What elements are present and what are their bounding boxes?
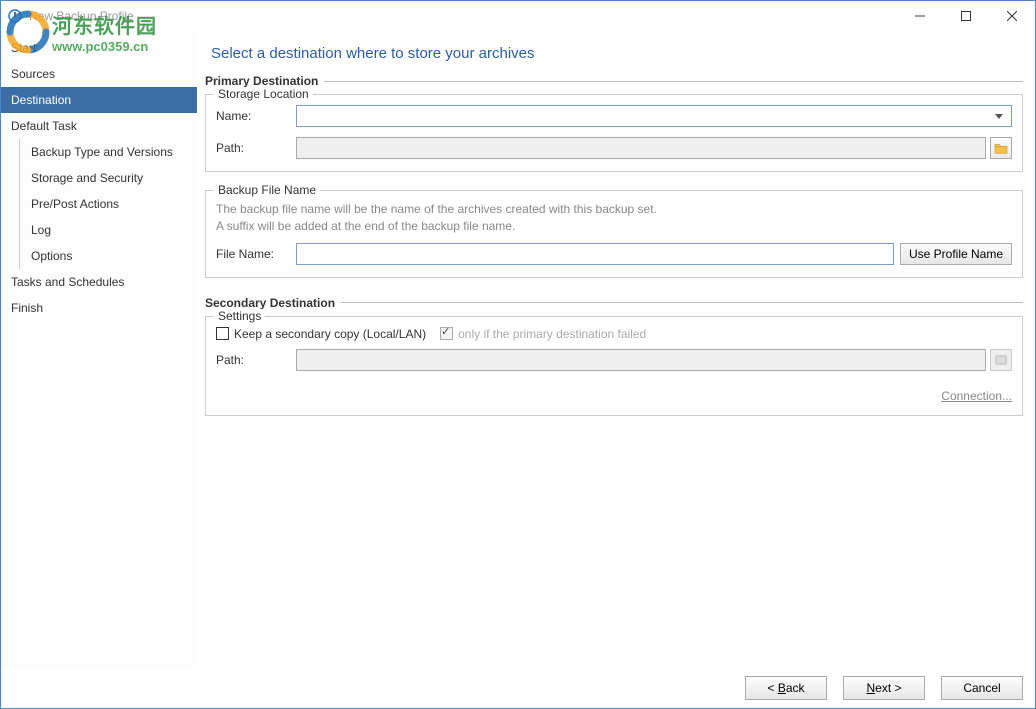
use-profile-name-button[interactable]: Use Profile Name xyxy=(900,243,1012,265)
back-button[interactable]: < Back xyxy=(745,676,827,700)
browse-folder-button[interactable] xyxy=(990,137,1012,159)
minimize-button[interactable] xyxy=(897,1,943,31)
body: StartSourcesDestinationDefault TaskBacku… xyxy=(1,31,1035,668)
secondary-path-label: Path: xyxy=(216,353,296,367)
next-button[interactable]: Next > xyxy=(843,676,925,700)
cancel-button[interactable]: Cancel xyxy=(941,676,1023,700)
keep-secondary-label: Keep a secondary copy (Local/LAN) xyxy=(234,327,426,341)
primary-section-label: Primary Destination xyxy=(205,74,324,88)
backup-filename-fieldset: Backup File Name The backup file name wi… xyxy=(205,190,1023,278)
storage-location-fieldset: Storage Location Name: Path: xyxy=(205,94,1023,172)
only-if-failed-label: only if the primary destination failed xyxy=(458,327,646,341)
secondary-settings-fieldset: Settings Keep a secondary copy (Local/LA… xyxy=(205,316,1023,416)
folder-icon xyxy=(994,142,1008,154)
sidebar-item-backup-type[interactable]: Backup Type and Versions xyxy=(1,139,197,165)
connection-link[interactable]: Connection... xyxy=(941,389,1012,403)
close-button[interactable] xyxy=(989,1,1035,31)
folder-icon xyxy=(995,354,1007,366)
footer: < Back Next > Cancel xyxy=(1,668,1035,708)
settings-legend: Settings xyxy=(214,309,265,323)
sidebar-item-sources[interactable]: Sources xyxy=(1,61,197,87)
secondary-browse-button xyxy=(990,349,1012,371)
filename-label: File Name: xyxy=(216,247,296,261)
sidebar-item-default-task[interactable]: Default Task xyxy=(1,113,197,139)
help-line-2: A suffix will be added at the end of the… xyxy=(216,218,1012,235)
backup-filename-legend: Backup File Name xyxy=(214,183,320,197)
divider xyxy=(341,302,1023,303)
storage-location-legend: Storage Location xyxy=(214,87,313,101)
only-if-failed-checkbox xyxy=(440,327,453,340)
main-window: New Backup Profile StartSourcesDestinati… xyxy=(0,0,1036,709)
help-text: The backup file name will be the name of… xyxy=(216,201,1012,235)
page-heading: Select a destination where to store your… xyxy=(205,45,1023,62)
sidebar: StartSourcesDestinationDefault TaskBacku… xyxy=(1,31,197,668)
window-controls xyxy=(897,1,1035,31)
name-combobox[interactable] xyxy=(296,105,1012,127)
secondary-path-input xyxy=(296,349,986,371)
titlebar: New Backup Profile xyxy=(1,1,1035,31)
keep-secondary-checkbox[interactable] xyxy=(216,327,229,340)
app-icon xyxy=(7,8,23,24)
maximize-button[interactable] xyxy=(943,1,989,31)
window-title: New Backup Profile xyxy=(29,9,897,23)
secondary-section-header: Secondary Destination xyxy=(205,296,1023,310)
divider xyxy=(324,81,1023,82)
sidebar-item-options[interactable]: Options xyxy=(1,243,197,269)
sidebar-item-log[interactable]: Log xyxy=(1,217,197,243)
help-line-1: The backup file name will be the name of… xyxy=(216,201,1012,218)
sidebar-item-start[interactable]: Start xyxy=(1,35,197,61)
name-label: Name: xyxy=(216,109,296,123)
secondary-section-label: Secondary Destination xyxy=(205,296,341,310)
path-label: Path: xyxy=(216,141,296,155)
sidebar-item-storage-security[interactable]: Storage and Security xyxy=(1,165,197,191)
sidebar-item-destination[interactable]: Destination xyxy=(1,87,197,113)
sidebar-item-tasks-schedules[interactable]: Tasks and Schedules xyxy=(1,269,197,295)
sidebar-item-finish[interactable]: Finish xyxy=(1,295,197,321)
content: Select a destination where to store your… xyxy=(197,31,1035,668)
path-input xyxy=(296,137,986,159)
filename-input[interactable] xyxy=(296,243,894,265)
sidebar-item-pre-post[interactable]: Pre/Post Actions xyxy=(1,191,197,217)
primary-section-header: Primary Destination xyxy=(205,74,1023,88)
